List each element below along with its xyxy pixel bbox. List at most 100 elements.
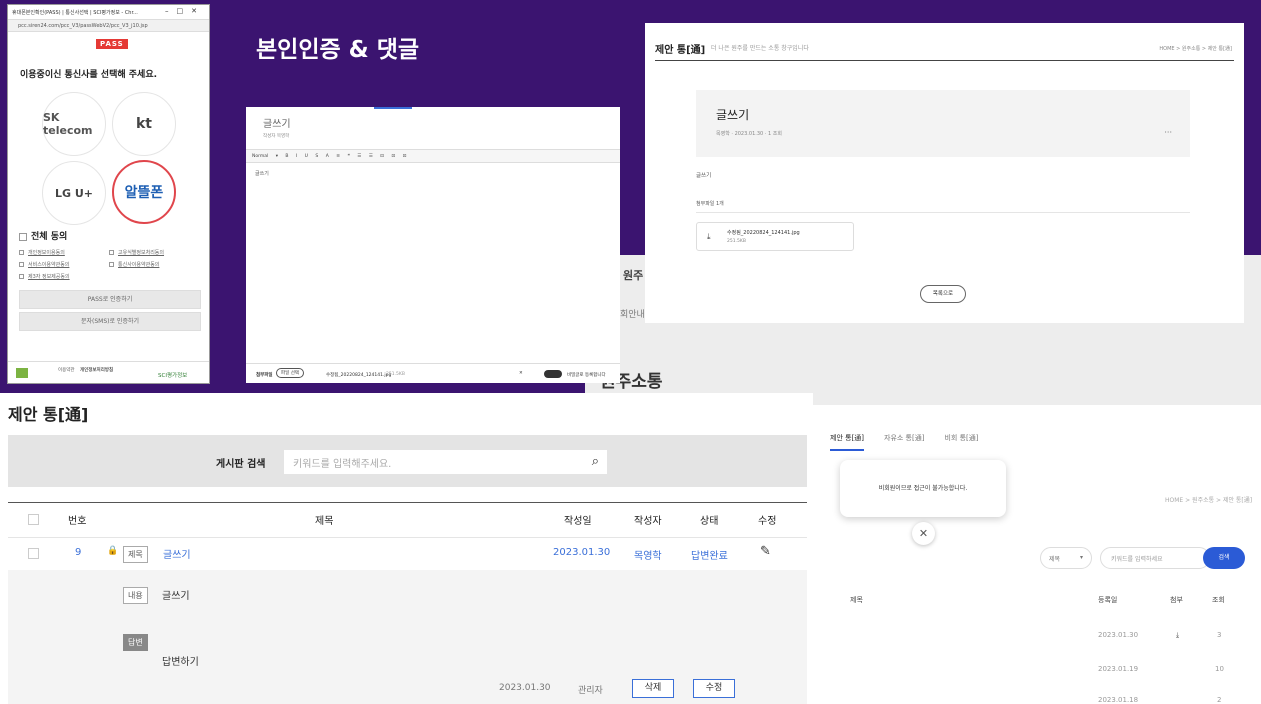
post-header-card: 글쓰기 목영학 · 2023.01.30 · 1 조회 ···	[696, 90, 1190, 157]
checkbox-icon	[19, 274, 24, 279]
delete-answer-button[interactable]: 삭제	[632, 679, 674, 698]
row-date: 2023.01.19	[1098, 665, 1139, 673]
agreement-item[interactable]: 제3자 정보제공동의	[19, 273, 70, 280]
row-checkbox[interactable]	[28, 548, 39, 559]
agreement-label: 개인정보이용동의	[28, 250, 65, 256]
background-header: 원주	[623, 269, 644, 282]
agreement-item[interactable]: 고유식별정보처리동의	[109, 249, 164, 256]
pass-auth-window: 휴대폰본인확인(PASS) | 통신사선택 | SCI평가정보 - Chr...…	[7, 4, 210, 384]
row-title-link[interactable]: 글쓰기	[163, 546, 191, 561]
col-title: 제목	[315, 516, 334, 527]
select-value: 제목	[1049, 556, 1061, 563]
agreement-item[interactable]: 개인정보이용동의	[19, 249, 65, 256]
author-label: 작성자	[263, 134, 276, 139]
checkbox-icon	[19, 250, 24, 255]
window-controls[interactable]: –□✕	[165, 7, 205, 15]
agree-all-checkbox[interactable]: 전체 동의	[19, 229, 67, 242]
carrier-kt[interactable]: kt	[112, 92, 176, 156]
tab-free[interactable]: 자유소 통[通]	[884, 433, 924, 451]
detail-page-title: 제안 통[通]	[655, 45, 706, 56]
lock-icon: 🔒	[107, 546, 119, 556]
more-icon[interactable]: ···	[1164, 128, 1172, 137]
select-all-checkbox[interactable]	[28, 514, 39, 525]
row-date: 2023.01.30	[1098, 631, 1139, 639]
carrier-lgu[interactable]: LG U+	[42, 161, 106, 225]
col-status: 상태	[700, 516, 719, 527]
answer-text: 답변하기	[162, 657, 199, 668]
dialog-message: 비회원이므로 접근이 불가능합니다.	[878, 485, 968, 492]
sms-auth-button[interactable]: 문자(SMS)로 인증하기	[19, 312, 201, 331]
checkbox-icon	[109, 262, 114, 267]
divider	[655, 60, 1234, 61]
tab-proposal[interactable]: 제안 통[通]	[830, 433, 865, 451]
footer-note: 이용약관	[58, 368, 75, 373]
carrier-mvno[interactable]: 알뜰폰	[112, 160, 176, 224]
divider	[696, 212, 1190, 213]
address-bar[interactable]: pcc.siren24.com/pcc_V3/passWebV2/pcc_V3_…	[8, 20, 209, 32]
download-icon: ⤓	[1176, 631, 1180, 639]
search-placeholder: 키워드를 입력해주세요.	[293, 459, 392, 470]
attachment-file[interactable]: ⤓ 수정됨_20220824_124141.jpg 251.5KB	[696, 222, 854, 251]
board-search-bar: 게시판 검색 키워드를 입력해주세요. ⌕	[8, 435, 807, 487]
row-number: 9	[75, 547, 82, 558]
pass-auth-button[interactable]: PASS로 인증하기	[19, 290, 201, 309]
carrier-label: kt	[135, 116, 152, 132]
col-attach: 첨부	[1170, 596, 1183, 604]
agreement-item[interactable]: 서비스이용약관동의	[19, 261, 69, 268]
back-to-list-button[interactable]: 목록으로	[920, 285, 966, 303]
edit-answer-button[interactable]: 수정	[693, 679, 735, 698]
search-input[interactable]: 키워드를 입력해주세요. ⌕	[284, 450, 607, 474]
col-edit: 수정	[758, 516, 777, 527]
editor-body[interactable]: 글쓰기	[255, 170, 269, 177]
attach-label: 첨부파일	[256, 373, 273, 378]
background-search-input[interactable]: 키워드를 입력하세요	[1100, 547, 1210, 569]
window-title: 휴대폰본인확인(PASS) | 통신사선택 | SCI평가정보 - Chr...	[12, 10, 138, 16]
pencil-icon[interactable]: ✎	[760, 544, 771, 559]
access-denied-dialog: 비회원이므로 접근이 불가능합니다.	[840, 460, 1006, 517]
editor-toolbar[interactable]: Normal ▾ B I U S A ≡ ❝ ☰ ☰ ⊡ ⊡ ⊡	[246, 149, 620, 163]
chevron-down-icon: ▾	[1079, 554, 1083, 561]
agreement-label: 통신사이용약관동의	[118, 262, 160, 268]
footer-privacy-link[interactable]: 개인정보처리방침	[80, 367, 113, 373]
row-status: 답변완료	[691, 551, 728, 562]
table-top-border	[8, 502, 807, 503]
col-views: 조회	[1212, 596, 1225, 604]
carrier-question: 이용중이신 통신사를 선택해 주세요.	[20, 70, 158, 80]
attach-count: 첨부파일 1개	[696, 201, 724, 207]
agreement-label: 고유식별정보처리동의	[118, 250, 165, 256]
file-name: 수정됨_20220824_124141.jpg	[326, 373, 392, 378]
carrier-skt[interactable]: SK telecom	[42, 92, 106, 156]
window-titlebar: 휴대폰본인확인(PASS) | 통신사선택 | SCI평가정보 - Chr...…	[8, 5, 209, 20]
pass-logo: PASS	[96, 39, 128, 49]
row-divider	[8, 537, 807, 538]
answer-tag: 답변	[123, 634, 148, 651]
download-icon: ⤓	[707, 232, 711, 241]
background-tabs: 제안 통[通] 자유소 통[通] 비회 통[通]	[830, 433, 978, 451]
row-date: 2023.01.18	[1098, 696, 1139, 704]
agreement-item[interactable]: 통신사이용약관동의	[109, 261, 159, 268]
secret-toggle[interactable]	[544, 370, 562, 378]
content-text: 글쓰기	[162, 591, 190, 602]
agree-all-label: 전체 동의	[31, 232, 68, 242]
answer-author: 관리자	[578, 686, 603, 696]
col-author: 작성자	[634, 516, 662, 527]
title-tag: 제목	[123, 546, 148, 563]
tab-secret[interactable]: 비회 통[通]	[944, 433, 978, 451]
editor-author: 작성자 목영학	[263, 133, 289, 139]
carrier-label: 알뜰폰	[124, 185, 164, 201]
tab-indicator	[374, 107, 412, 109]
col-title: 제목	[850, 596, 863, 604]
secret-label: 비밀글로 등록합니다	[567, 373, 606, 378]
attachment-size: 251.5KB	[727, 239, 746, 244]
col-date: 작성일	[564, 516, 592, 527]
author-value: 목영학	[276, 134, 290, 139]
col-number: 번호	[68, 516, 87, 527]
file-select-button[interactable]: 파일 선택	[276, 368, 304, 378]
background-search-button[interactable]: 검색	[1203, 547, 1245, 569]
post-body: 글쓰기	[696, 173, 712, 179]
search-icon[interactable]: ⌕	[592, 454, 599, 469]
remove-file-icon[interactable]: ✕	[519, 371, 523, 376]
background-select[interactable]: 제목 ▾	[1040, 547, 1092, 569]
close-icon[interactable]: ✕	[912, 522, 935, 545]
background-breadcrumb: HOME > 원주소통 > 제안 통[通]	[1165, 497, 1253, 504]
